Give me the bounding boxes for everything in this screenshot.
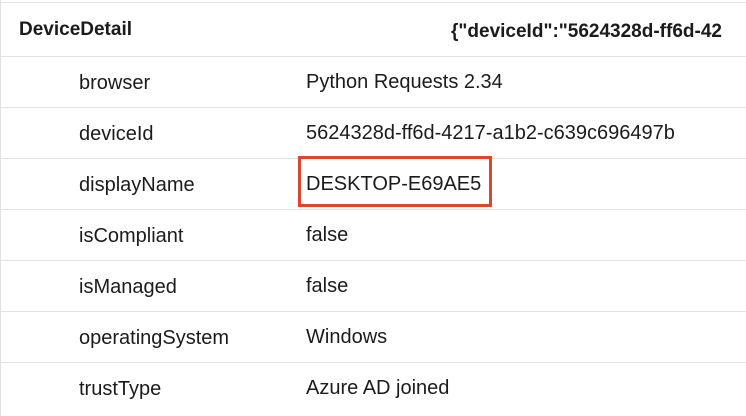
row-value: 5624328d-ff6d-4217-a1b2-c639c696497b [306,122,675,144]
row-browser: browser Python Requests 2.34 [1,57,746,108]
header-key: DeviceDetail [19,19,133,40]
row-trust-type: trustType Azure AD joined [1,363,746,414]
row-operating-system: operatingSystem Windows [1,312,746,363]
row-value: false [306,275,349,297]
row-value: Azure AD joined [306,377,450,399]
device-detail-panel: DeviceDetail {"deviceId":"5624328d-ff6d-… [0,0,746,416]
row-key: operatingSystem [79,327,230,349]
row-is-compliant: isCompliant false [1,210,746,261]
device-detail-header-row[interactable]: DeviceDetail {"deviceId":"5624328d-ff6d-… [1,3,746,57]
row-is-managed: isManaged false [1,261,746,312]
header-json-value: {"deviceId":"5624328d-ff6d-42 [451,21,722,42]
row-key: trustType [79,378,162,400]
row-key: browser [79,72,151,94]
row-value: DESKTOP-E69AE5 [306,173,482,195]
row-device-id: deviceId 5624328d-ff6d-4217-a1b2-c639c69… [1,108,746,159]
row-value: Python Requests 2.34 [306,71,503,93]
row-key: isCompliant [79,225,184,247]
row-key: deviceId [79,123,154,145]
row-display-name: displayName DESKTOP-E69AE5 [1,159,746,210]
row-key: displayName [79,174,195,196]
row-key: isManaged [79,276,177,298]
row-value: false [306,224,349,246]
row-value: Windows [306,326,388,348]
